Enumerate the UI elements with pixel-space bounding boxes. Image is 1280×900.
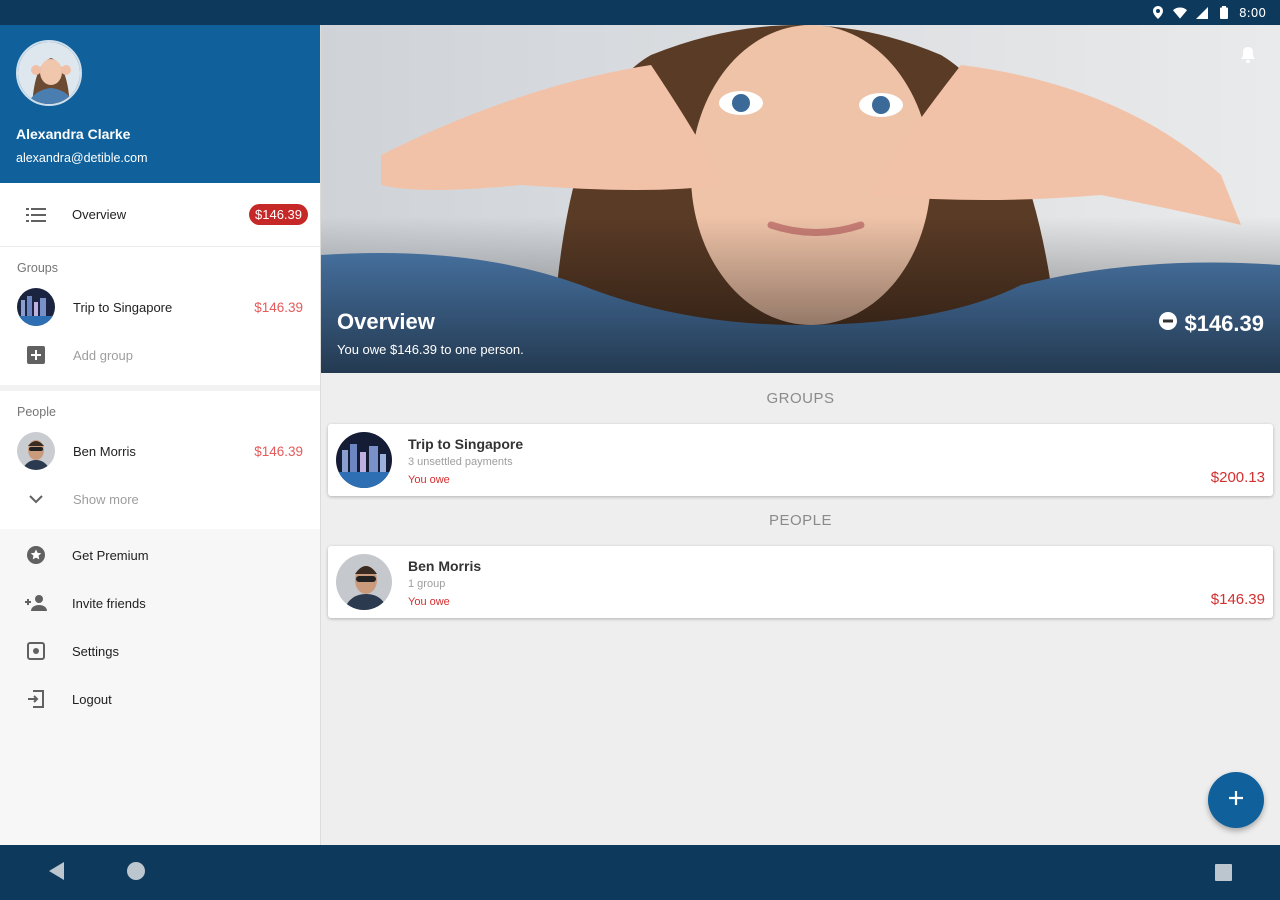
menu-item-label: Settings (72, 643, 119, 659)
drawer-people-section: People Ben Morris $146.39 Show more (0, 391, 320, 529)
drawer-item-label: Trip to Singapore (73, 299, 173, 315)
groups-header: GROUPS (766, 390, 835, 407)
star-circle-icon (24, 543, 48, 567)
people-header: PEOPLE (768, 512, 833, 529)
drawer-item-group[interactable]: Trip to Singapore $146.39 (0, 283, 320, 331)
show-more-button[interactable]: Show more (0, 475, 320, 523)
menu-item-label: Logout (72, 691, 112, 707)
drawer-groups-section: Groups Trip to Singapore $146.39 Add gro… (0, 247, 320, 385)
plus-icon (1227, 789, 1245, 812)
group-card[interactable]: Trip to Singapore 3 unsettled payments Y… (328, 424, 1273, 496)
system-nav-bar (0, 845, 1280, 900)
person-avatar (17, 432, 55, 470)
signal-icon (1195, 6, 1209, 20)
drawer-item-label: Overview (72, 207, 127, 222)
navigation-drawer: Alexandra Clarke alexandra@detible.com O… (0, 25, 321, 845)
person-add-icon (24, 591, 48, 615)
hero-photo (321, 25, 1280, 373)
notification-bell-icon[interactable] (1238, 45, 1258, 70)
menu-item-invite-friends[interactable]: Invite friends (0, 579, 320, 627)
balance-badge: $146.39 (249, 204, 308, 225)
hero-subtitle: You owe $146.39 to one person. (337, 342, 524, 357)
clock: 8:00 (1239, 5, 1266, 20)
drawer-header: Alexandra Clarke alexandra@detible.com (0, 25, 320, 183)
settings-icon (24, 639, 48, 663)
drawer-item-person[interactable]: Ben Morris $146.39 (0, 427, 320, 475)
person-avatar (336, 554, 392, 610)
overview-hero: Overview You owe $146.39 to one person. … (321, 25, 1280, 373)
back-icon[interactable] (47, 861, 65, 886)
drawer-item-label: Add group (73, 347, 133, 363)
card-title: Trip to Singapore (408, 436, 524, 452)
chevron-down-icon (17, 487, 55, 511)
wifi-icon (1173, 6, 1188, 20)
add-group-button[interactable]: Add group (0, 331, 320, 379)
people-section-title: People (17, 405, 56, 419)
groups-section-title: Groups (17, 261, 58, 275)
drawer-item-label: Ben Morris (73, 443, 136, 459)
menu-item-settings[interactable]: Settings (0, 627, 320, 675)
location-icon (1151, 6, 1165, 20)
person-card[interactable]: Ben Morris 1 group You owe $146.39 (328, 546, 1273, 618)
card-subtitle: 3 unsettled payments (408, 456, 513, 468)
logout-icon (24, 687, 48, 711)
card-title: Ben Morris (408, 558, 482, 574)
card-amount: $146.39 (1210, 591, 1265, 608)
card-amount: $200.13 (1210, 469, 1265, 486)
group-avatar (17, 288, 55, 326)
menu-item-label: Get Premium (72, 547, 149, 563)
menu-item-logout[interactable]: Logout (0, 675, 320, 723)
drawer-item-label: Show more (73, 491, 139, 507)
list-icon (24, 203, 48, 227)
battery-icon (1217, 6, 1231, 20)
add-fab-button[interactable] (1208, 772, 1264, 828)
home-icon[interactable] (126, 861, 146, 886)
drawer-item-amount: $146.39 (254, 299, 303, 315)
user-name: Alexandra Clarke (16, 126, 131, 142)
hero-amount: $146.39 (1184, 311, 1264, 336)
drawer-item-overview[interactable]: Overview $146.39 (0, 183, 320, 247)
add-box-icon (17, 343, 55, 367)
group-avatar (336, 432, 392, 488)
user-avatar[interactable] (16, 40, 82, 106)
card-status: You owe (408, 474, 450, 486)
card-status: You owe (408, 596, 450, 608)
user-email: alexandra@detible.com (16, 151, 148, 165)
status-bar: 8:00 (0, 0, 1280, 25)
recents-icon[interactable] (1215, 864, 1232, 886)
card-subtitle: 1 group (408, 578, 446, 590)
drawer-item-amount: $146.39 (254, 443, 303, 459)
hero-balance: $146.39 (1158, 311, 1264, 337)
hero-title: Overview (337, 309, 435, 334)
menu-item-label: Invite friends (72, 595, 146, 611)
minus-circle-icon (1158, 311, 1178, 337)
menu-item-get-premium[interactable]: Get Premium (0, 531, 320, 579)
